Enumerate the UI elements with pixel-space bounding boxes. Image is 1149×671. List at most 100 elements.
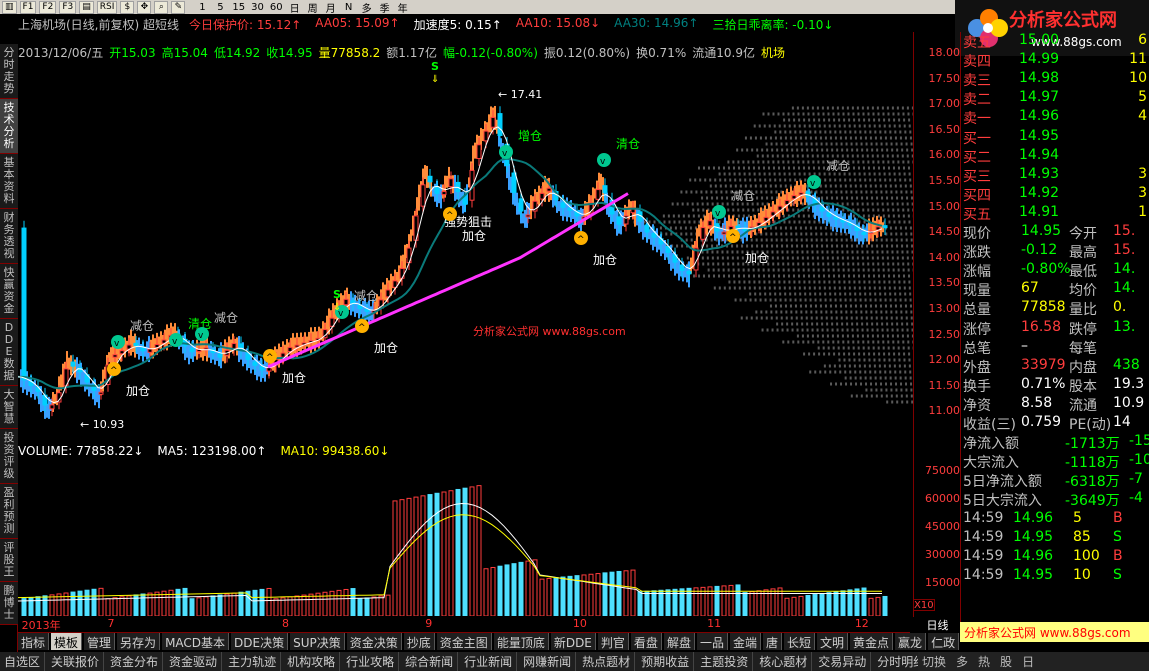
period-5[interactable]: 日 [287, 1, 303, 15]
template-tab[interactable]: 长短 [784, 633, 816, 650]
left-tab[interactable]: 鹏博士 [0, 582, 18, 625]
template-tab[interactable]: 抄底 [403, 633, 435, 650]
info-tab[interactable]: 行业攻略 [342, 652, 400, 671]
template-tab[interactable]: 赢龙 [895, 633, 927, 650]
bottom-tab[interactable]: 切换 [918, 652, 950, 671]
template-tab[interactable]: MACD基本 [162, 633, 230, 650]
template-tab[interactable]: 能量顶底 [493, 633, 549, 650]
bottom-tab[interactable]: 日 [1018, 652, 1038, 671]
left-tab[interactable]: DDE数据 [0, 319, 18, 386]
info-tab[interactable]: 机构攻略 [283, 652, 341, 671]
template-tab[interactable]: DDE决策 [231, 633, 289, 650]
price-tick: 16.00 [928, 148, 961, 162]
template-tab[interactable]: 另存为 [117, 633, 161, 650]
template-tab[interactable]: 模板 [51, 633, 83, 650]
info-tab[interactable]: 资金分布 [106, 652, 164, 671]
chart-type-icon[interactable]: ▥ [2, 0, 17, 14]
template-tab[interactable]: 金端 [729, 633, 761, 650]
candle-body [651, 233, 657, 238]
left-tab[interactable]: 财务透视 [0, 209, 18, 264]
template-tab[interactable]: 资金主图 [436, 633, 492, 650]
left-tab[interactable]: 快赢资金 [0, 264, 18, 319]
volume-bar [35, 596, 41, 616]
info-tab[interactable]: 主力轨迹 [224, 652, 282, 671]
pen-icon[interactable]: ✎ [171, 0, 186, 14]
template-tab[interactable]: 唐 [762, 633, 782, 650]
template-tab[interactable]: 资金决策 [346, 633, 402, 650]
info-tab[interactable]: 网赚新闻 [519, 652, 577, 671]
template-tab[interactable]: 解盘 [663, 633, 695, 650]
volume-bar [77, 590, 83, 616]
template-tab[interactable]: 管理 [84, 633, 116, 650]
candle-body [448, 178, 454, 188]
tick-row: 14:59 14.96 5 B [961, 510, 1149, 529]
info-tab[interactable]: 热点题材 [578, 652, 636, 671]
bottom-tab[interactable]: 热 [974, 652, 994, 671]
stat-value: 8.58 [1021, 394, 1053, 411]
volume-bar [511, 563, 517, 616]
stat-row: 现量 67 均价 14. [961, 280, 1149, 299]
template-tab[interactable]: 黄金点 [850, 633, 894, 650]
candlestick-chart[interactable]: 分析家公式网 www.88gs.com← 17.41← 10.93强势狙击^加仓… [18, 60, 913, 440]
bottom-tab[interactable]: 股 [996, 652, 1016, 671]
left-tab[interactable]: 大智慧 [0, 386, 18, 429]
info-tab[interactable]: 关联报价 [47, 652, 105, 671]
period-6[interactable]: 周 [305, 1, 321, 15]
period-9[interactable]: 多 [359, 1, 375, 15]
volume-chart[interactable] [18, 456, 913, 616]
info-tab[interactable]: 资金驱动 [165, 652, 223, 671]
template-tab[interactable]: 判官 [597, 633, 629, 650]
left-tab[interactable]: 评股王 [0, 539, 18, 582]
volume-bar [441, 491, 447, 616]
period-7[interactable]: 月 [323, 1, 339, 15]
info-tab[interactable]: 交易异动 [814, 652, 872, 671]
rsi-icon[interactable]: RSI [96, 0, 118, 14]
period-11[interactable]: 年 [395, 1, 411, 15]
stat-label: 收益(三) [963, 417, 1016, 433]
f1-button[interactable]: F1 [19, 0, 37, 14]
period-3[interactable]: 30 [249, 1, 266, 14]
dollar-icon[interactable]: $ [120, 0, 135, 14]
f2-button[interactable]: F2 [39, 0, 57, 14]
info-tab[interactable]: 自选区 [0, 652, 46, 671]
left-tab[interactable]: 投资评级 [0, 429, 18, 484]
volume-bar [777, 587, 783, 616]
ribbon-bar [368, 300, 370, 325]
stat-label: 流通 [1069, 397, 1097, 414]
period-0[interactable]: 1 [194, 1, 210, 14]
period-8[interactable]: N [341, 1, 357, 14]
volume-bar [490, 566, 496, 616]
candle-body [644, 224, 650, 233]
period-4[interactable]: 60 [268, 1, 285, 14]
mixed-chart-icon[interactable]: ▤ [79, 0, 94, 14]
template-tab[interactable]: 指标 [18, 633, 50, 650]
template-tab[interactable]: 一品 [696, 633, 728, 650]
info-tab[interactable]: 预期收益 [637, 652, 695, 671]
volume-bar [553, 577, 559, 616]
left-tab[interactable]: 基本资料 [0, 154, 18, 209]
info-tab[interactable]: 综合新闻 [401, 652, 459, 671]
info-tab[interactable]: 核心题材 [755, 652, 813, 671]
period-1[interactable]: 5 [212, 1, 228, 14]
left-tab[interactable]: 技术分析 [0, 99, 18, 154]
period-label[interactable]: 日线 [915, 617, 960, 632]
template-tab[interactable]: 新DDE [550, 633, 596, 650]
move-icon[interactable]: ✥ [137, 0, 152, 14]
period-2[interactable]: 15 [230, 1, 247, 14]
volume-bar [749, 591, 755, 616]
info-tab[interactable]: 主题投资 [696, 652, 754, 671]
period-10[interactable]: 季 [377, 1, 393, 15]
ask-label: 卖三 [963, 73, 991, 90]
left-tab[interactable]: 分时走势 [0, 44, 18, 99]
app-window: ▥ F1 F2 F3 ▤ RSI $ ✥ ⌕ ✎ 1 5 15 30 60 日周月 N 多季年… [0, 0, 1149, 671]
info-tab[interactable]: 行业新闻 [460, 652, 518, 671]
template-tab[interactable]: 看盘 [630, 633, 662, 650]
left-tab[interactable]: 盈利预测 [0, 484, 18, 539]
f3-button[interactable]: F3 [59, 0, 77, 14]
search-icon[interactable]: ⌕ [154, 0, 169, 14]
bottom-tab[interactable]: 多 [952, 652, 972, 671]
tick-time: 14:59 [963, 566, 1004, 583]
template-tab[interactable]: 文明 [817, 633, 849, 650]
template-tab[interactable]: 仁政 [928, 633, 960, 650]
template-tab[interactable]: SUP决策 [290, 633, 345, 650]
